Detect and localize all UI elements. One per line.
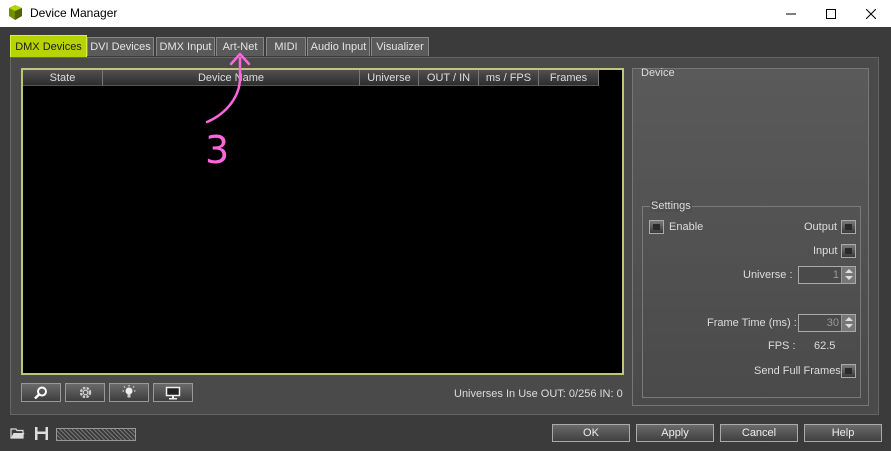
column-ms-fps[interactable]: ms / FPS <box>479 70 539 86</box>
tab-art-net[interactable]: Art-Net <box>216 37 264 56</box>
input-checkbox[interactable] <box>841 244 856 258</box>
window-title: Device Manager <box>30 6 118 20</box>
column-frames[interactable]: Frames <box>539 70 599 86</box>
app-icon <box>9 5 22 20</box>
device-group: Device Settings Enable Output Input Univ… <box>632 67 869 406</box>
enable-checkbox[interactable] <box>649 220 664 234</box>
input-label: Input <box>813 245 838 257</box>
identify-device-button[interactable] <box>109 383 149 402</box>
tab-dmx-input[interactable]: DMX Input <box>156 37 215 56</box>
device-list[interactable]: State Device Name Universe OUT / IN ms /… <box>21 68 624 375</box>
light-bulb-icon <box>122 385 136 398</box>
universe-spinbox[interactable]: 1 <box>798 266 856 284</box>
gear-icon <box>79 386 91 399</box>
tab-visualizer[interactable]: Visualizer <box>371 37 429 56</box>
maximize-icon <box>826 8 836 19</box>
universe-label: Universe : <box>743 269 793 281</box>
device-settings-button[interactable] <box>65 383 105 402</box>
help-button[interactable]: Help <box>804 424 882 442</box>
monitor-button[interactable] <box>153 383 193 402</box>
window-body: DMX Devices DVI Devices DMX Input Art-Ne… <box>0 27 891 451</box>
column-universe[interactable]: Universe <box>360 70 419 86</box>
column-out-in[interactable]: OUT / IN <box>419 70 479 86</box>
search-device-button[interactable] <box>21 383 61 402</box>
column-device-name[interactable]: Device Name <box>103 70 360 86</box>
title-bar: Device Manager <box>0 0 891 27</box>
universe-spin-arrows[interactable] <box>841 267 855 283</box>
enable-label: Enable <box>669 221 704 233</box>
save-icon[interactable] <box>34 426 49 441</box>
fps-label: FPS : <box>768 340 796 352</box>
cancel-button[interactable]: Cancel <box>720 424 798 442</box>
monitor-icon <box>165 386 181 399</box>
tab-audio-input[interactable]: Audio Input <box>307 37 370 56</box>
tab-panel: State Device Name Universe OUT / IN ms /… <box>10 57 879 415</box>
minimize-icon <box>786 13 796 14</box>
universe-value: 1 <box>832 269 839 281</box>
output-label: Output <box>804 221 838 233</box>
device-list-header: State Device Name Universe OUT / IN ms /… <box>23 70 599 86</box>
minimize-button[interactable] <box>771 0 811 27</box>
tab-dvi-devices[interactable]: DVI Devices <box>87 37 154 56</box>
maximize-button[interactable] <box>811 0 851 27</box>
settings-group: Settings Enable Output Input Universe : … <box>642 200 861 398</box>
settings-title: Settings <box>650 200 692 212</box>
fps-value: 62.5 <box>814 340 836 352</box>
frame-time-spinbox[interactable]: 30 <box>798 314 856 332</box>
device-group-title: Device <box>641 67 675 79</box>
frame-time-label: Frame Time (ms) : <box>707 317 797 329</box>
open-folder-icon[interactable] <box>10 426 25 441</box>
apply-button[interactable]: Apply <box>636 424 714 442</box>
frame-time-value: 30 <box>826 317 839 329</box>
tab-dmx-devices[interactable]: DMX Devices <box>10 35 87 57</box>
output-checkbox[interactable] <box>841 220 856 234</box>
frame-time-spin-arrows[interactable] <box>841 315 855 331</box>
send-full-frames-checkbox[interactable] <box>841 364 856 378</box>
tab-midi[interactable]: MIDI <box>266 37 306 56</box>
send-full-frames-label: Send Full Frames <box>754 365 841 377</box>
search-icon <box>34 386 47 399</box>
column-state[interactable]: State <box>23 70 103 86</box>
progress-indicator <box>56 428 136 441</box>
ok-button[interactable]: OK <box>552 424 630 442</box>
universes-status: Universes In Use OUT: 0/256 IN: 0 <box>454 388 623 400</box>
close-icon <box>866 8 876 19</box>
close-button[interactable] <box>851 0 891 27</box>
